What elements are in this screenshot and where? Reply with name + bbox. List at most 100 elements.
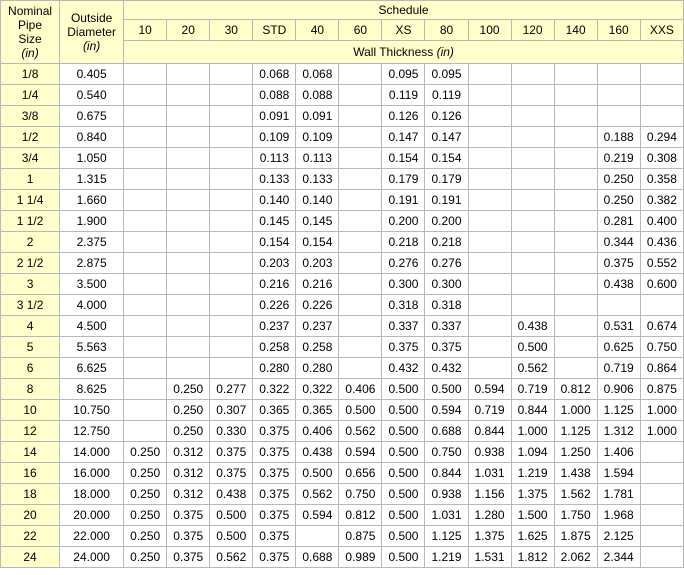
nominal-size-cell: 1 1/2 bbox=[0, 210, 61, 232]
wall-thickness-cell bbox=[639, 441, 684, 463]
wall-thickness-cell: 0.674 bbox=[639, 315, 684, 337]
wall-thickness-cell: 0.147 bbox=[381, 126, 426, 148]
wall-thickness-cell: 0.203 bbox=[252, 252, 297, 274]
wall-thickness-cell: 0.188 bbox=[596, 126, 641, 148]
wall-thickness-cell bbox=[209, 315, 254, 337]
wall-thickness-cell bbox=[553, 252, 598, 274]
nominal-size-cell: 6 bbox=[0, 357, 61, 379]
wall-thickness-cell: 1.968 bbox=[596, 504, 641, 526]
wall-thickness-cell: 1.312 bbox=[596, 420, 641, 442]
wall-thickness-cell: 0.500 bbox=[381, 378, 426, 400]
schedule-title: Schedule bbox=[123, 0, 684, 20]
schedule-col-header: 160 bbox=[596, 19, 641, 41]
wall-thickness-cell: 0.216 bbox=[295, 273, 340, 295]
wall-thickness-cell bbox=[338, 210, 383, 232]
outside-header-line-2: Diameter bbox=[67, 25, 116, 39]
wall-thickness-cell bbox=[166, 273, 211, 295]
schedule-col-header: 40 bbox=[295, 19, 340, 41]
wall-thickness-cell: 0.226 bbox=[295, 294, 340, 316]
wall-thickness-cell: 0.438 bbox=[295, 441, 340, 463]
wall-thickness-cell: 0.095 bbox=[381, 63, 426, 85]
nominal-size-cell: 10 bbox=[0, 399, 61, 421]
wall-thickness-cell: 1.875 bbox=[553, 525, 598, 547]
outside-diameter-cell: 1.660 bbox=[59, 189, 125, 211]
wall-thickness-cell: 0.276 bbox=[424, 252, 469, 274]
wall-thickness-cell: 0.307 bbox=[209, 399, 254, 421]
wall-thickness-cell: 1.812 bbox=[510, 546, 555, 568]
wall-thickness-cell bbox=[338, 189, 383, 211]
schedule-col-header: 140 bbox=[553, 19, 598, 41]
schedule-col-header: 20 bbox=[166, 19, 211, 41]
wall-thickness-cell bbox=[467, 168, 512, 190]
outside-diameter-cell: 2.875 bbox=[59, 252, 125, 274]
wall-thickness-cell bbox=[209, 231, 254, 253]
wall-thickness-cell: 0.119 bbox=[381, 84, 426, 106]
wall-thickness-cell: 0.216 bbox=[252, 273, 297, 295]
wall-thickness-cell bbox=[553, 84, 598, 106]
wall-thickness-cell bbox=[467, 63, 512, 85]
wall-thickness-cell: 0.250 bbox=[123, 546, 168, 568]
wall-thickness-cell: 0.109 bbox=[252, 126, 297, 148]
wall-thickness-cell: 0.250 bbox=[123, 483, 168, 505]
wall-thickness-cell: 0.500 bbox=[381, 546, 426, 568]
wall-thickness-cell: 0.562 bbox=[209, 546, 254, 568]
outside-diameter-cell: 0.405 bbox=[59, 63, 125, 85]
wall-thickness-cell: 0.318 bbox=[424, 294, 469, 316]
wall-thickness-cell: 0.344 bbox=[596, 231, 641, 253]
wall-thickness-cell bbox=[123, 273, 168, 295]
wall-thickness-cell: 0.258 bbox=[295, 336, 340, 358]
wall-thickness-cell: 0.406 bbox=[338, 378, 383, 400]
wall-thickness-cell bbox=[553, 168, 598, 190]
wall-thickness-cell: 0.250 bbox=[596, 189, 641, 211]
wall-thickness-cell: 0.500 bbox=[510, 336, 555, 358]
wall-thickness-cell bbox=[209, 210, 254, 232]
wall-thickness-cell: 0.337 bbox=[424, 315, 469, 337]
wall-thickness-cell: 0.552 bbox=[639, 252, 684, 274]
wall-thickness-cell: 0.375 bbox=[424, 336, 469, 358]
wall-thickness-cell: 0.322 bbox=[295, 378, 340, 400]
outside-diameter-header: Outside Diameter (in) bbox=[59, 0, 125, 64]
wall-thickness-cell: 0.500 bbox=[381, 462, 426, 484]
nominal-size-cell: 2 1/2 bbox=[0, 252, 61, 274]
wall-thickness-cell: 0.258 bbox=[252, 336, 297, 358]
wall-thickness-cell: 0.337 bbox=[381, 315, 426, 337]
wall-thickness-cell: 0.500 bbox=[381, 441, 426, 463]
wall-thickness-cell bbox=[553, 294, 598, 316]
wall-thickness-cell: 1.000 bbox=[510, 420, 555, 442]
wall-thickness-cell bbox=[338, 168, 383, 190]
outside-diameter-cell: 22.000 bbox=[59, 525, 125, 547]
wall-thickness-cell bbox=[338, 105, 383, 127]
wall-thickness-cell: 0.500 bbox=[209, 504, 254, 526]
wall-thickness-cell: 0.068 bbox=[295, 63, 340, 85]
wall-thickness-cell bbox=[123, 294, 168, 316]
wall-thickness-cell: 0.133 bbox=[252, 168, 297, 190]
wall-thickness-cell bbox=[467, 315, 512, 337]
table-row: 2 2.375 0.154 0.154 0.218 0.218 0.344 0.436 bbox=[0, 231, 684, 253]
wall-thickness-cell bbox=[209, 357, 254, 379]
wall-thickness-cell: 0.250 bbox=[166, 378, 211, 400]
wall-thickness-cell: 2.125 bbox=[596, 525, 641, 547]
table-row: 6 6.625 0.280 0.280 0.432 0.432 0.562 0.719 0.86… bbox=[0, 357, 684, 379]
wall-thickness-cell bbox=[553, 336, 598, 358]
wall-thickness-cell: 0.375 bbox=[166, 525, 211, 547]
table-row: 18 18.000 0.250 0.312 0.438 0.375 0.562 0.750 0.… bbox=[0, 483, 684, 505]
wall-thickness-cell: 0.191 bbox=[424, 189, 469, 211]
wall-thickness-cell: 0.250 bbox=[596, 168, 641, 190]
wall-thickness-cell: 0.719 bbox=[596, 357, 641, 379]
wall-thickness-cell: 0.294 bbox=[639, 126, 684, 148]
wall-thickness-cell: 0.500 bbox=[381, 483, 426, 505]
wall-thickness-cell: 0.500 bbox=[381, 504, 426, 526]
table-row: 5 5.563 0.258 0.258 0.375 0.375 0.500 0.625 0.75… bbox=[0, 336, 684, 358]
nominal-size-cell: 3 1/2 bbox=[0, 294, 61, 316]
nominal-header-unit: (in) bbox=[21, 46, 39, 60]
table-row: 16 16.000 0.250 0.312 0.375 0.375 0.500 0.656 0.… bbox=[0, 462, 684, 484]
wall-thickness-cell: 0.147 bbox=[424, 126, 469, 148]
nominal-size-cell: 16 bbox=[0, 462, 61, 484]
wall-thickness-cell: 0.382 bbox=[639, 189, 684, 211]
wall-thickness-cell bbox=[639, 462, 684, 484]
pipe-schedule-table: Nominal Pipe Size (in) Outside Diameter … bbox=[0, 0, 684, 568]
outside-diameter-cell: 24.000 bbox=[59, 546, 125, 568]
table-row: 1/2 0.840 0.109 0.109 0.147 0.147 0.188 0.294 bbox=[0, 126, 684, 148]
wall-thickness-cell: 0.250 bbox=[123, 525, 168, 547]
wall-thickness-cell bbox=[123, 84, 168, 106]
